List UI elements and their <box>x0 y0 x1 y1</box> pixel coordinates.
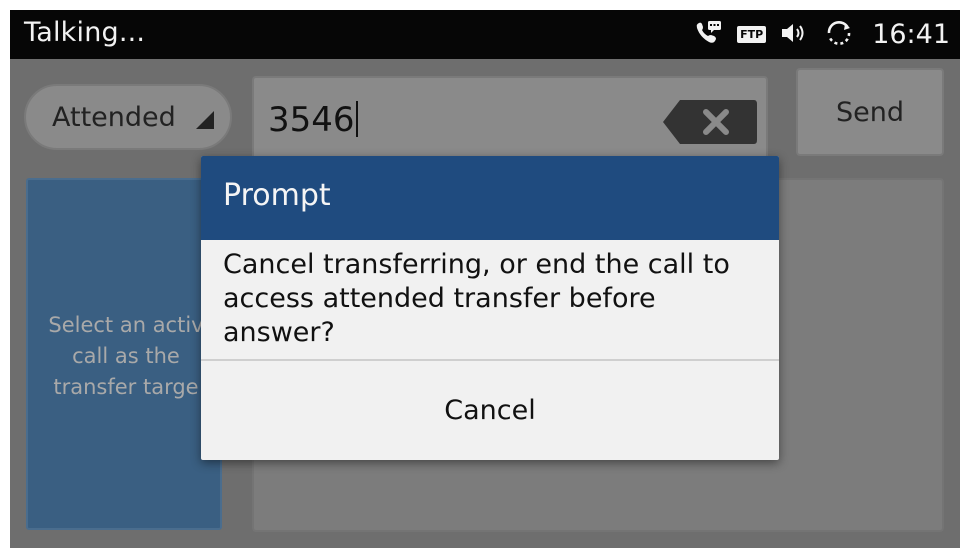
status-bar: Talking... FTP 16:41 <box>10 10 960 59</box>
transfer-target-card[interactable]: Select an activ call as the transfer tar… <box>26 178 222 530</box>
dropdown-arrow-icon <box>196 111 214 129</box>
transfer-number-value: 3546 <box>268 100 358 140</box>
call-status-title: Talking... <box>24 17 146 48</box>
transfer-mode-label: Attended <box>52 102 176 133</box>
clock-time: 16:41 <box>872 19 950 50</box>
volume-icon <box>780 21 810 49</box>
send-button[interactable]: Send <box>796 68 944 156</box>
phone-message-icon <box>693 19 723 51</box>
transfer-mode-dropdown[interactable]: Attended <box>24 84 232 150</box>
status-icons: FTP 16:41 <box>679 10 950 59</box>
text-caret <box>355 101 358 137</box>
transfer-target-hint: Select an activ call as the transfer tar… <box>48 313 204 399</box>
dialog-title: Prompt <box>223 178 331 213</box>
number-text: 3546 <box>268 100 355 140</box>
phone-screen: Talking... FTP 16:41 Attended 3546 Send … <box>10 10 960 548</box>
dialog-header: Prompt <box>201 156 779 240</box>
dialog-message: Cancel transferring, or end the call to … <box>223 249 730 348</box>
transfer-number-input[interactable]: 3546 <box>252 76 768 160</box>
backspace-icon[interactable] <box>662 98 758 146</box>
ftp-icon: FTP <box>737 26 767 43</box>
sync-icon <box>824 18 854 52</box>
prompt-dialog: Prompt Cancel transferring, or end the c… <box>201 156 779 460</box>
cancel-button[interactable]: Cancel <box>201 361 779 460</box>
